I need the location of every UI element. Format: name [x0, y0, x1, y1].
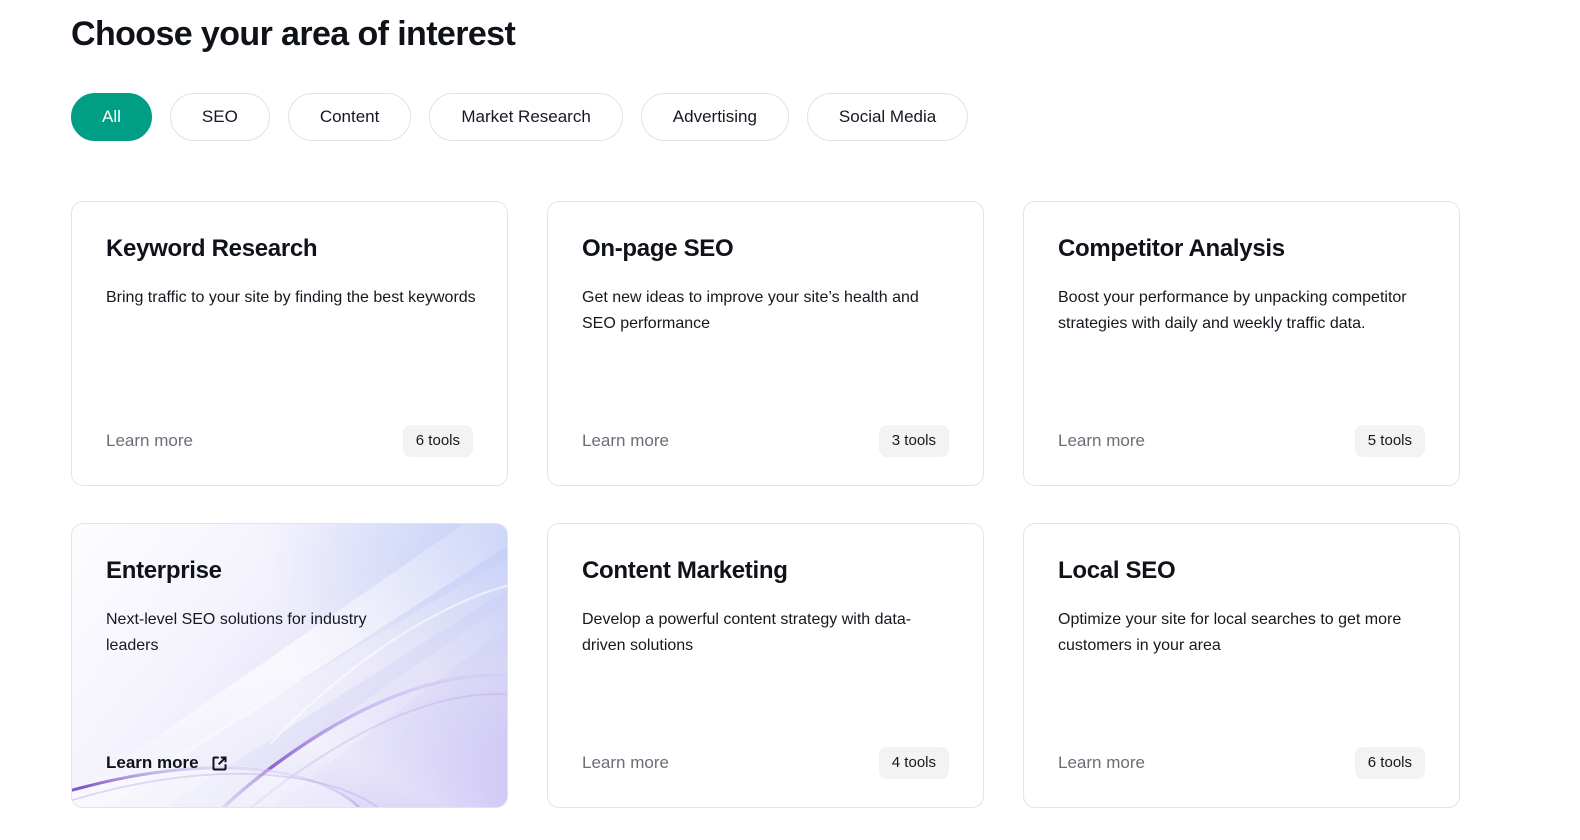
card-footer: Learn more 3 tools [582, 425, 949, 457]
card-description: Get new ideas to improve your site’s hea… [582, 289, 919, 332]
filter-pill-all[interactable]: All [71, 93, 152, 141]
tools-count-badge: 3 tools [878, 425, 949, 457]
area-of-interest-page: Choose your area of interest All SEO Con… [0, 0, 1580, 840]
category-card-keyword-research[interactable]: Keyword Research Bring traffic to your s… [71, 201, 508, 486]
filter-pill-bar: All SEO Content Market Research Advertis… [71, 93, 969, 141]
category-card-local-seo[interactable]: Local SEO Optimize your site for local s… [1023, 523, 1460, 808]
learn-more-link[interactable]: Learn more [582, 425, 669, 457]
card-footer: Learn more 6 tools [1058, 747, 1425, 779]
card-title: Local SEO [1058, 557, 1176, 584]
category-card-competitor-analysis[interactable]: Competitor Analysis Boost your performan… [1023, 201, 1460, 486]
category-card-enterprise[interactable]: Enterprise Next-level SEO solutions for … [71, 523, 508, 808]
card-title: On-page SEO [582, 235, 734, 262]
filter-pill-seo[interactable]: SEO [169, 93, 270, 141]
card-title: Enterprise [106, 557, 222, 584]
external-link-icon[interactable] [210, 754, 229, 773]
card-footer: Learn more 6 tools [106, 425, 473, 457]
learn-more-link[interactable]: Learn more [106, 747, 199, 779]
learn-more-link[interactable]: Learn more [106, 425, 193, 457]
learn-more-link[interactable]: Learn more [582, 747, 669, 779]
card-description: Bring traffic to your site by finding th… [106, 289, 476, 306]
card-description: Boost your performance by unpacking comp… [1058, 289, 1407, 332]
tools-count-badge: 6 tools [402, 425, 473, 457]
card-description: Develop a powerful content strategy with… [582, 611, 912, 654]
tools-count-badge: 5 tools [1354, 425, 1425, 457]
card-description: Next-level SEO solutions for industry le… [106, 611, 367, 654]
page-title: Choose your area of interest [71, 15, 516, 53]
card-description: Optimize your site for local searches to… [1058, 611, 1402, 654]
learn-more-link[interactable]: Learn more [1058, 425, 1145, 457]
card-footer: Learn more 4 tools [582, 747, 949, 779]
tools-count-badge: 4 tools [878, 747, 949, 779]
category-card-grid: Keyword Research Bring traffic to your s… [71, 201, 1463, 808]
category-card-content-marketing[interactable]: Content Marketing Develop a powerful con… [547, 523, 984, 808]
filter-pill-advertising[interactable]: Advertising [640, 93, 789, 141]
learn-more-link[interactable]: Learn more [1058, 747, 1145, 779]
filter-pill-content[interactable]: Content [287, 93, 412, 141]
filter-pill-market-research[interactable]: Market Research [429, 93, 623, 141]
card-title: Competitor Analysis [1058, 235, 1285, 262]
card-footer: Learn more 5 tools [1058, 425, 1425, 457]
tools-count-badge: 6 tools [1354, 747, 1425, 779]
category-card-on-page-seo[interactable]: On-page SEO Get new ideas to improve you… [547, 201, 984, 486]
card-footer: Learn more [106, 747, 473, 779]
card-title: Keyword Research [106, 235, 318, 262]
card-title: Content Marketing [582, 557, 788, 584]
filter-pill-social-media[interactable]: Social Media [806, 93, 969, 141]
